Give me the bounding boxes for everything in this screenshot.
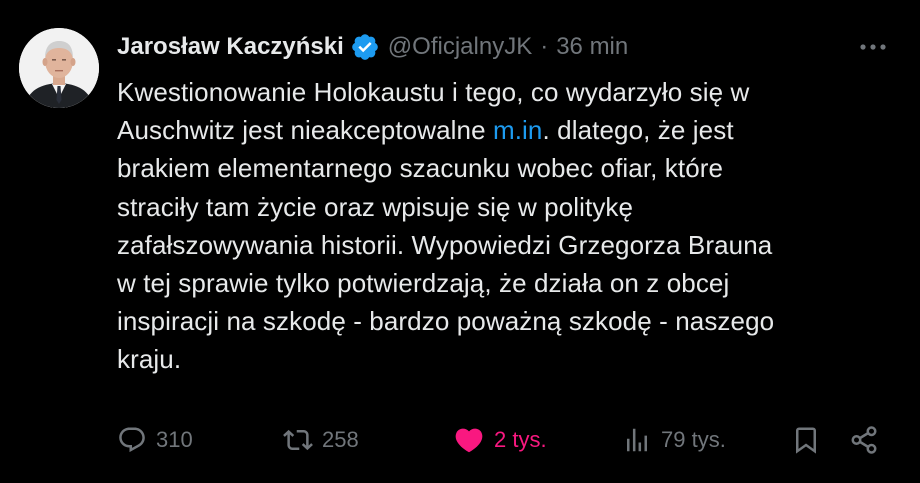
retweet-button[interactable]: 258 [283, 420, 359, 460]
views-button[interactable]: 79 tys. [622, 420, 726, 460]
more-horizontal-icon [860, 44, 886, 50]
like-button[interactable]: 2 tys. [453, 420, 547, 460]
avatar[interactable] [19, 28, 99, 108]
separator-dot: · [540, 33, 549, 60]
retweet-icon [283, 429, 313, 451]
timestamp[interactable]: 36 min [556, 33, 628, 61]
like-count: 2 tys. [494, 427, 547, 452]
reply-button[interactable]: 310 [117, 420, 193, 460]
author-handle[interactable]: @OficjalnyJK [388, 33, 532, 61]
avatar-portrait-icon [19, 28, 99, 108]
tweet-header: Jarosław Kaczyński @OficjalnyJK · 36 min [117, 30, 890, 64]
reply-count: 310 [156, 427, 193, 452]
verified-badge-icon [350, 32, 380, 62]
tweet-text: Kwestionowanie Holokaustu i tego, co wyd… [117, 73, 887, 379]
views-icon [627, 428, 647, 452]
tweet-link[interactable]: m.in [493, 115, 543, 145]
tweet: Jarosław Kaczyński @OficjalnyJK · 36 min… [0, 0, 920, 483]
reply-icon [119, 427, 145, 453]
tweet-text-part-2: . dlatego, że jest brakiem elementarnego… [117, 115, 775, 375]
share-button[interactable] [849, 420, 879, 460]
share-icon [851, 426, 877, 454]
bookmark-button[interactable] [791, 420, 821, 460]
more-options-button[interactable] [856, 34, 890, 60]
retweet-count: 258 [322, 427, 359, 452]
heart-icon [455, 428, 483, 453]
views-count: 79 tys. [661, 427, 726, 452]
bookmark-icon [796, 427, 816, 454]
author-name[interactable]: Jarosław Kaczyński [117, 33, 344, 61]
action-bar: 310 258 2 tys. 79 tys. [117, 420, 887, 460]
